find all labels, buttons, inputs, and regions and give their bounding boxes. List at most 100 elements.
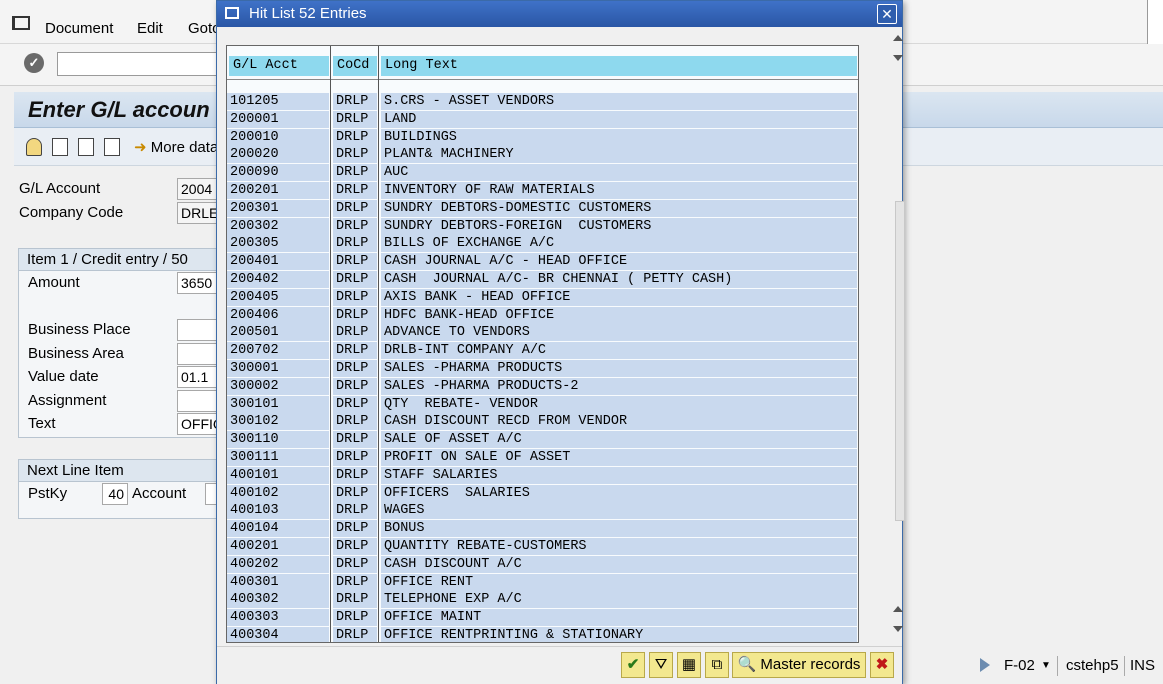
table-row[interactable]: 200302 DRLP SUNDRY DEBTORS-FOREIGN CUSTOME…	[227, 217, 858, 236]
master-records-button[interactable]: 🔍 Master records	[732, 652, 866, 678]
long-text-cell: QTY REBATE- VENDOR	[381, 395, 857, 413]
table-row[interactable]: 101205 DRLP S.CRS - ASSET VENDORS	[227, 93, 858, 111]
table-row[interactable]: 400303 DRLP OFFICE MAINT	[227, 609, 858, 627]
gl-acct-cell: 200020	[227, 146, 329, 164]
vertical-scrollbar[interactable]	[893, 31, 905, 641]
table-row[interactable]: 300102 DRLP CASH DISCOUNT RECD FROM VENDOR	[227, 413, 858, 431]
long-text-cell: BILLS OF EXCHANGE A/C	[381, 235, 857, 253]
person-icon[interactable]	[26, 138, 42, 156]
table-row[interactable]: 200201 DRLP INVENTORY OF RAW MATERIALS	[227, 181, 858, 200]
gl-acct-cell: 400304	[227, 626, 329, 642]
close-icon[interactable]: ✕	[877, 4, 897, 24]
table-row[interactable]: 300110 DRLP SALE OF ASSET A/C	[227, 431, 858, 449]
table-row[interactable]: 200406 DRLP HDFC BANK-HEAD OFFICE	[227, 306, 858, 325]
gl-acct-cell: 400202	[227, 555, 329, 573]
table-row[interactable]: 200020 DRLP PLANT& MACHINERY	[227, 146, 858, 164]
long-text-cell: CASH DISCOUNT A/C	[381, 555, 857, 573]
scroll-thumb[interactable]	[895, 201, 905, 521]
table-row[interactable]: 300111 DRLP PROFIT ON SALE OF ASSET	[227, 448, 858, 467]
confirm-check-icon[interactable]: ✔	[621, 652, 645, 678]
filter-icon[interactable]: ⛛	[649, 652, 673, 678]
binoculars-icon[interactable]: ⧉	[705, 652, 729, 678]
chevron-down-icon[interactable]: ▼	[1041, 660, 1051, 671]
long-text-cell: TELEPHONE EXP A/C	[381, 591, 857, 609]
table-row[interactable]: 200301 DRLP SUNDRY DEBTORS-DOMESTIC CUSTOM…	[227, 199, 858, 218]
cocd-cell: DRLP	[333, 626, 377, 642]
table-row[interactable]: 400302 DRLP TELEPHONE EXP A/C	[227, 591, 858, 609]
cocd-cell: DRLP	[333, 395, 377, 413]
gl-acct-cell: 400201	[227, 537, 329, 555]
menu-document[interactable]: Document	[45, 20, 113, 37]
table-row[interactable]: 200702 DRLP DRLB-INT COMPANY A/C	[227, 342, 858, 360]
enter-check-icon[interactable]: ✓	[24, 53, 44, 73]
table-row[interactable]: 200001 DRLP LAND	[227, 110, 858, 129]
table-row[interactable]: 400304 DRLP OFFICE RENTPRINTING & STATIONA…	[227, 626, 858, 642]
long-text-cell: HDFC BANK-HEAD OFFICE	[381, 306, 857, 324]
cocd-cell: DRLP	[333, 537, 377, 555]
gl-acct-cell: 200702	[227, 342, 329, 360]
long-text-cell: PLANT& MACHINERY	[381, 146, 857, 164]
table-row[interactable]: 300101 DRLP QTY REBATE- VENDOR	[227, 395, 858, 414]
table-row[interactable]: 200010 DRLP BUILDINGS	[227, 128, 858, 147]
dialog-title-bar[interactable]: Hit List 52 Entries ✕	[217, 1, 902, 27]
item-group-header: Item 1 / Credit entry / 50	[19, 249, 227, 271]
cocd-cell: DRLP	[333, 93, 377, 110]
cocd-cell: DRLP	[333, 484, 377, 502]
table-row[interactable]: 400202 DRLP CASH DISCOUNT A/C	[227, 555, 858, 574]
column-header-long-text[interactable]: Long Text	[381, 56, 857, 76]
table-row[interactable]: 300001 DRLP SALES -PHARMA PRODUCTS	[227, 359, 858, 378]
sap-menu-icon[interactable]	[12, 16, 30, 30]
table-row[interactable]: 400201 DRLP QUANTITY REBATE-CUSTOMERS	[227, 537, 858, 556]
pstky-field[interactable]: 40	[102, 483, 128, 505]
table-row[interactable]: 400104 DRLP BONUS	[227, 520, 858, 538]
scroll-down-icon[interactable]	[893, 55, 903, 61]
cocd-cell: DRLP	[333, 110, 377, 128]
table-row[interactable]: 200405 DRLP AXIS BANK - HEAD OFFICE	[227, 288, 858, 307]
long-text-cell: OFFICE RENTPRINTING & STATIONARY	[381, 626, 857, 642]
dialog-title: Hit List 52 Entries	[249, 5, 367, 22]
table-row[interactable]: 200090 DRLP AUC	[227, 164, 858, 182]
play-icon[interactable]	[980, 658, 990, 672]
command-field[interactable]	[57, 52, 227, 76]
gl-acct-cell: 200090	[227, 164, 329, 182]
cancel-icon[interactable]: ✖	[870, 652, 894, 678]
scroll-up-icon[interactable]	[893, 606, 903, 612]
gl-acct-cell: 300002	[227, 377, 329, 395]
table-row[interactable]: 300002 DRLP SALES -PHARMA PRODUCTS-2	[227, 377, 858, 396]
table-row[interactable]: 200401 DRLP CASH JOURNAL A/C - HEAD OFFICE	[227, 253, 858, 271]
table-row[interactable]: 200402 DRLP CASH JOURNAL A/C- BR CHENNAI (…	[227, 270, 858, 289]
table-row[interactable]: 400101 DRLP STAFF SALARIES	[227, 466, 858, 485]
gl-acct-cell: 200201	[227, 181, 329, 199]
long-text-cell: S.CRS - ASSET VENDORS	[381, 93, 857, 110]
table-row[interactable]: 400102 DRLP OFFICERS SALARIES	[227, 484, 858, 503]
document-icon[interactable]	[52, 138, 68, 156]
more-data-button[interactable]: ➜ More data	[134, 138, 218, 156]
table-row[interactable]: 200501 DRLP ADVANCE TO VENDORS	[227, 324, 858, 342]
calculator-icon[interactable]: ▦	[677, 652, 701, 678]
menu-edit[interactable]: Edit	[137, 20, 163, 37]
table-row[interactable]: 200305 DRLP BILLS OF EXCHANGE A/C	[227, 235, 858, 253]
long-text-cell: OFFICE RENT	[381, 573, 857, 591]
column-header-gl-acct[interactable]: G/L Acct	[229, 56, 329, 76]
value-date-label: Value date	[28, 368, 99, 385]
table-row[interactable]: 400301 DRLP OFFICE RENT	[227, 573, 858, 592]
long-text-cell: PROFIT ON SALE OF ASSET	[381, 448, 857, 466]
cocd-cell: DRLP	[333, 235, 377, 253]
scroll-up-icon[interactable]	[893, 35, 903, 41]
insert-mode: INS	[1130, 657, 1156, 674]
scroll-down-icon[interactable]	[893, 626, 903, 632]
business-area-label: Business Area	[28, 345, 124, 362]
copy-icon[interactable]	[104, 138, 120, 156]
column-header-cocd[interactable]: CoCd	[333, 56, 377, 76]
document-edit-icon[interactable]	[78, 138, 94, 156]
gl-acct-cell: 200405	[227, 288, 329, 306]
cocd-cell: DRLP	[333, 413, 377, 431]
long-text-cell: SALES -PHARMA PRODUCTS	[381, 359, 857, 377]
table-row[interactable]: 400103 DRLP WAGES	[227, 502, 858, 520]
long-text-cell: AXIS BANK - HEAD OFFICE	[381, 288, 857, 306]
cocd-cell: DRLP	[333, 146, 377, 164]
hit-list-table: G/L Acct CoCd Long Text 101205 DRLP S.CRS …	[226, 45, 859, 643]
cocd-cell: DRLP	[333, 199, 377, 217]
gl-acct-cell: 400303	[227, 609, 329, 627]
gl-acct-cell: 200402	[227, 270, 329, 288]
